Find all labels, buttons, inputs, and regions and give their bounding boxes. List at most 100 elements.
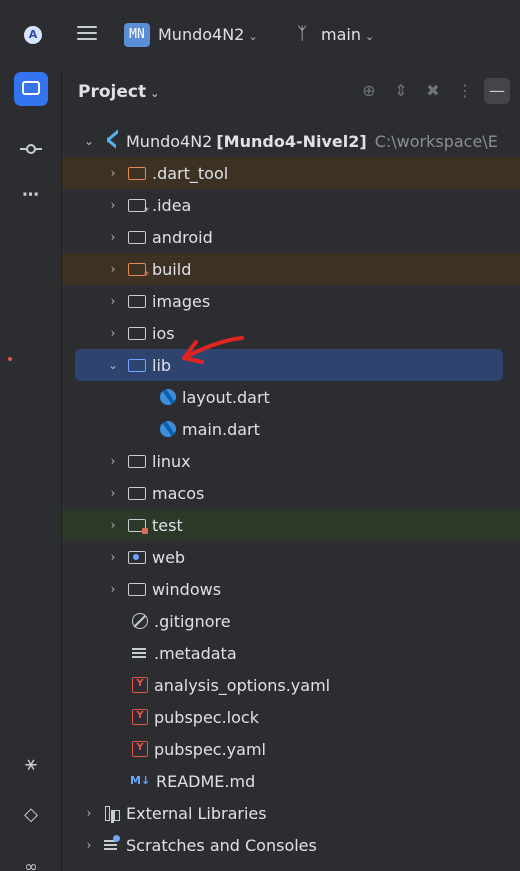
- chevron-right-icon[interactable]: ›: [106, 550, 120, 564]
- project-tool-button[interactable]: [14, 72, 48, 106]
- tree-item-label: linux: [152, 451, 191, 471]
- terminal-icon: ∞: [24, 857, 38, 871]
- collapse-all-icon[interactable]: ✖: [420, 78, 446, 104]
- chevron-right-icon[interactable]: ›: [106, 454, 120, 468]
- tree-item-scratches[interactable]: › Scratches and Consoles: [62, 829, 520, 861]
- tree-item-images[interactable]: › images: [62, 285, 520, 317]
- app-logo-icon[interactable]: A: [24, 26, 42, 44]
- tree-item-label: pubspec.yaml: [154, 739, 266, 759]
- library-icon: [104, 805, 120, 821]
- git-branch-icon[interactable]: ᛉ: [297, 24, 307, 44]
- hide-icon[interactable]: —: [484, 78, 510, 104]
- tree-item-analysis-options[interactable]: Y analysis_options.yaml: [62, 669, 520, 701]
- project-panel: Project ⌄ ⊕ ⇕ ✖ ⋮ — ⌄ Mundo4N2 [Mundo4-Nivel2…: [62, 70, 520, 871]
- tree-item-label: macos: [152, 483, 205, 503]
- chevron-down-icon[interactable]: ⌄: [106, 358, 120, 372]
- chevron-right-icon[interactable]: ›: [106, 486, 120, 500]
- tree-item-label: External Libraries: [126, 803, 267, 823]
- annotation-arrow-icon: [182, 336, 244, 364]
- folder-icon: [128, 487, 146, 500]
- plugins-tool-button[interactable]: ⚹: [14, 746, 48, 780]
- dart-file-icon: [160, 421, 176, 437]
- yaml-file-icon: Y: [132, 709, 148, 725]
- chevron-down-icon: ⌄: [364, 30, 375, 43]
- tree-item-readme[interactable]: M↓ README.md: [62, 765, 520, 797]
- expand-all-icon[interactable]: ⇕: [388, 78, 414, 104]
- tree-item-lib[interactable]: ⌄ lib: [75, 349, 503, 381]
- more-icon: ⋯: [22, 185, 40, 205]
- yaml-file-icon: Y: [132, 741, 148, 757]
- tool-window-strip: ⋯ ⚹ ◇ ∞: [0, 70, 62, 871]
- tree-item-android[interactable]: › android: [62, 221, 520, 253]
- terminal-tool-button[interactable]: ∞: [14, 850, 48, 871]
- tree-item-dart-tool[interactable]: › .dart_tool: [62, 157, 520, 189]
- tree-root[interactable]: ⌄ Mundo4N2 [Mundo4-Nivel2] C:\workspace\…: [62, 125, 520, 157]
- chevron-right-icon[interactable]: ›: [106, 518, 120, 532]
- yaml-file-icon: Y: [132, 677, 148, 693]
- chevron-right-icon[interactable]: ›: [106, 582, 120, 596]
- commit-icon: [20, 144, 42, 154]
- chevron-right-icon[interactable]: ›: [106, 198, 120, 212]
- plugin-icon: ⚹: [25, 751, 37, 775]
- tree-item-label: .gitignore: [154, 611, 231, 631]
- web-folder-icon: [128, 551, 146, 564]
- tree-item-macos[interactable]: › macos: [62, 477, 520, 509]
- folder-icon: [22, 80, 40, 95]
- chevron-right-icon[interactable]: ›: [106, 326, 120, 340]
- tree-item-label: test: [152, 515, 183, 535]
- main-menu-icon[interactable]: [77, 26, 97, 44]
- chevron-right-icon[interactable]: ›: [106, 262, 120, 276]
- tree-item-linux[interactable]: › linux: [62, 445, 520, 477]
- locate-icon[interactable]: ⊕: [356, 78, 382, 104]
- folder-icon: [128, 455, 146, 468]
- project-selector[interactable]: Mundo4N2 ⌄: [158, 25, 258, 44]
- panel-title: Project: [78, 82, 147, 102]
- panel-title-dropdown[interactable]: Project ⌄: [78, 82, 159, 102]
- config-folder-icon: [128, 199, 149, 217]
- tree-item-label: analysis_options.yaml: [154, 675, 331, 695]
- chevron-down-icon: ⌄: [248, 30, 258, 43]
- tree-item-label: android: [152, 227, 213, 247]
- tree-item-windows[interactable]: › windows: [62, 573, 520, 605]
- tree-item-label: .metadata: [154, 643, 237, 663]
- chevron-right-icon[interactable]: ›: [82, 806, 96, 820]
- test-folder-icon: [128, 519, 148, 534]
- tree-item-label: ios: [152, 323, 175, 343]
- root-path: C:\workspace\E: [374, 131, 498, 151]
- tree-item-label: pubspec.lock: [154, 707, 259, 727]
- root-module: [Mundo4-Nivel2]: [216, 131, 367, 151]
- tree-item-main-dart[interactable]: main.dart: [62, 413, 520, 445]
- tree-item-label: web: [152, 547, 186, 567]
- folder-icon: [128, 167, 146, 180]
- diamond-icon: ◇: [24, 804, 38, 825]
- tree-item-pubspec-lock[interactable]: Y pubspec.lock: [62, 701, 520, 733]
- tree-item-build[interactable]: › build: [62, 253, 520, 285]
- ignore-file-icon: [132, 613, 148, 629]
- tree-item-metadata[interactable]: .metadata: [62, 637, 520, 669]
- text-file-icon: [132, 645, 148, 661]
- tree-item-layout-dart[interactable]: layout.dart: [62, 381, 520, 413]
- project-name: Mundo4N2: [158, 25, 245, 44]
- tree-item-web[interactable]: › web: [62, 541, 520, 573]
- tree-item-ios[interactable]: › ios: [62, 317, 520, 349]
- tree-item-external-libraries[interactable]: › External Libraries: [62, 797, 520, 829]
- tree-item-gitignore[interactable]: .gitignore: [62, 605, 520, 637]
- chevron-right-icon[interactable]: ›: [106, 294, 120, 308]
- options-icon[interactable]: ⋮: [452, 78, 478, 104]
- tree-item-label: build: [152, 259, 192, 279]
- tree-item-idea[interactable]: › .idea: [62, 189, 520, 221]
- flutter-icon: [104, 133, 120, 149]
- chevron-right-icon[interactable]: ›: [82, 838, 96, 852]
- folder-icon: [128, 295, 146, 308]
- branch-selector[interactable]: main ⌄: [321, 25, 374, 44]
- commit-tool-button[interactable]: [14, 132, 48, 166]
- chevron-right-icon[interactable]: ›: [106, 166, 120, 180]
- chevron-right-icon[interactable]: ›: [106, 230, 120, 244]
- flutter-inspector-button[interactable]: ◇: [14, 798, 48, 832]
- tree-item-pubspec-yaml[interactable]: Y pubspec.yaml: [62, 733, 520, 765]
- tree-item-test[interactable]: › test: [62, 509, 520, 541]
- dart-file-icon: [160, 389, 176, 405]
- project-badge[interactable]: MN: [124, 23, 150, 47]
- more-tools-button[interactable]: ⋯: [14, 178, 48, 212]
- chevron-down-icon[interactable]: ⌄: [82, 134, 96, 148]
